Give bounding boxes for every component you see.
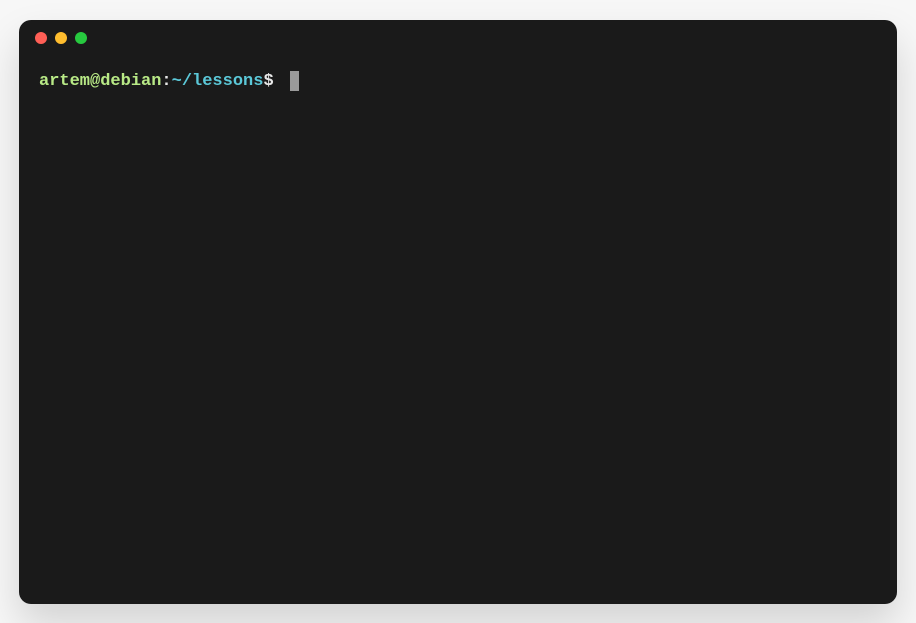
close-icon[interactable] xyxy=(35,32,47,44)
minimize-icon[interactable] xyxy=(55,32,67,44)
prompt-path: ~/lessons xyxy=(172,68,264,95)
terminal-body[interactable]: artem@debian:~/lessons$ xyxy=(19,56,897,604)
window-titlebar xyxy=(19,20,897,56)
prompt-line: artem@debian:~/lessons$ xyxy=(39,68,877,95)
terminal-window: artem@debian:~/lessons$ xyxy=(19,20,897,604)
prompt-user-host: artem@debian xyxy=(39,68,161,95)
cursor-icon xyxy=(290,71,299,91)
maximize-icon[interactable] xyxy=(75,32,87,44)
prompt-colon: : xyxy=(161,68,171,95)
prompt-dollar: $ xyxy=(263,68,283,95)
